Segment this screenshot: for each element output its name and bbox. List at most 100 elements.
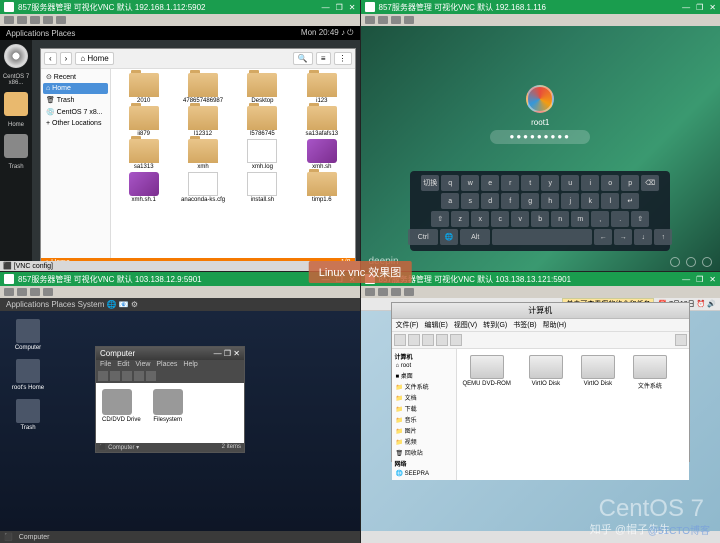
file-item[interactable]: i123 — [293, 73, 350, 104]
fm-content[interactable]: 2010478657486987Desktopi123ii879l12312l5… — [111, 69, 355, 258]
keyboard-key[interactable]: d — [481, 193, 499, 209]
toolbar-button[interactable] — [4, 16, 14, 24]
gnome-topbar[interactable]: Applications Places Mon 20:49 ♪ ⏻ — [0, 26, 360, 40]
keyboard-key[interactable]: s — [461, 193, 479, 209]
sidebar-item[interactable]: 🌐 SEEPRA — [394, 469, 454, 478]
keyboard-key[interactable]: Ctrl — [408, 229, 438, 245]
vnc-titlebar[interactable]: 857服务器管理 可视化VNC 默认 192.168.1.112:5902—❐✕ — [0, 0, 360, 14]
max-icon[interactable]: ❐ — [696, 3, 703, 12]
sidebar-item[interactable]: + Other Locations — [43, 118, 108, 129]
sidebar-item[interactable]: ⌂ root — [394, 362, 454, 370]
close-icon[interactable]: ✕ — [709, 3, 716, 12]
keyboard-key[interactable]: e — [481, 175, 499, 191]
keyboard-key[interactable]: ⌫ — [641, 175, 659, 191]
vnc-titlebar[interactable]: 857服务器管理 可视化VNC 默认 103.138.13.121:5901—❐… — [361, 272, 720, 286]
toolbar-button[interactable] — [30, 16, 40, 24]
menu-item[interactable]: 编辑(E) — [424, 320, 447, 330]
drive-item[interactable]: VirtIO Disk — [529, 355, 563, 387]
sidebar-item[interactable]: ⌂ Home — [43, 83, 108, 94]
activities-menu[interactable]: Applications Places — [6, 29, 75, 38]
menu-item[interactable]: View — [135, 361, 150, 368]
keyboard-key[interactable]: q — [441, 175, 459, 191]
window-menubar[interactable]: File Edit View Places Help — [96, 360, 244, 369]
sidebar-item[interactable]: 📁 文件系统 — [394, 381, 454, 392]
close-icon[interactable]: ✕ — [349, 3, 356, 12]
keyboard-key[interactable]: → — [614, 229, 632, 245]
menu-icon[interactable]: ⋮ — [334, 52, 352, 65]
keyboard-key[interactable]: i — [581, 175, 599, 191]
sidebar-item[interactable]: 🗑 回收站 — [394, 447, 454, 458]
menu-item[interactable]: 帮助(H) — [543, 320, 567, 330]
drive-item[interactable]: CD/DVD Drive — [102, 389, 141, 437]
keyboard-key[interactable]: h — [541, 193, 559, 209]
desktop-icon[interactable]: Computer — [8, 319, 48, 351]
file-item[interactable]: 2010 — [115, 73, 172, 104]
keyboard-key[interactable]: a — [441, 193, 459, 209]
forward-button[interactable]: › — [60, 52, 73, 65]
keyboard-key[interactable]: u — [561, 175, 579, 191]
keyboard-key[interactable]: n — [551, 211, 569, 227]
taskbar[interactable]: ⬛ [VNC config] — [0, 261, 360, 271]
vnc-titlebar[interactable]: 857服务器管理 可视化VNC 默认 192.168.1.116—❐✕ — [361, 0, 720, 14]
keyboard-key[interactable]: p — [621, 175, 639, 191]
file-item[interactable]: xmh.sh — [293, 139, 350, 170]
toolbar-button[interactable] — [17, 16, 27, 24]
keyboard-key[interactable]: , — [591, 211, 609, 227]
sidebar-item[interactable]: ⊙ Recent — [43, 71, 108, 83]
toolbar-button[interactable] — [56, 16, 66, 24]
window-controls[interactable]: — ❐ ✕ — [214, 349, 240, 358]
keyboard-key[interactable]: k — [581, 193, 599, 209]
keyboard-key[interactable]: l — [601, 193, 619, 209]
power-icon[interactable] — [702, 257, 712, 267]
file-item[interactable]: sa1313 — [115, 139, 172, 170]
keyboard-key[interactable]: r — [501, 175, 519, 191]
home-icon[interactable] — [4, 92, 28, 116]
search-icon[interactable]: 🔍 — [293, 52, 313, 65]
password-input[interactable]: ●●●●●●●●● — [490, 130, 590, 144]
keyboard-key[interactable]: ⇧ — [631, 211, 649, 227]
keyboard-key[interactable]: g — [521, 193, 539, 209]
desktop-icon[interactable]: Trash — [8, 399, 48, 431]
drive-item[interactable]: VirtIO Disk — [581, 355, 615, 387]
sidebar-item[interactable]: ■ 桌面 — [394, 370, 454, 381]
sidebar-item[interactable]: 💿 CentOS 7 x8... — [43, 106, 108, 118]
trash-icon[interactable] — [4, 134, 28, 158]
drive-item[interactable]: Filesystem — [153, 389, 183, 437]
keyboard-key[interactable]: 🌐 — [440, 229, 458, 245]
menu-item[interactable]: 文件(F) — [396, 320, 419, 330]
keyboard-key[interactable]: m — [571, 211, 589, 227]
path-button[interactable]: ⌂ Home — [75, 52, 113, 65]
taskbar[interactable]: ⬛Computer — [0, 531, 360, 543]
menu-item[interactable]: File — [100, 361, 111, 368]
keyboard-key[interactable]: ↓ — [634, 229, 652, 245]
file-item[interactable]: 478657486987 — [174, 73, 231, 104]
min-icon[interactable]: — — [322, 3, 330, 12]
status-area[interactable]: Mon 20:49 ♪ ⏻ — [301, 28, 354, 38]
keyboard-key[interactable]: ↑ — [654, 229, 672, 245]
menubar[interactable]: 文件(F)编辑(E)视图(V)转到(G)书签(B)帮助(H) — [392, 319, 690, 332]
keyboard-key[interactable]: Alt — [460, 229, 490, 245]
file-item[interactable]: timp1.6 — [293, 172, 350, 203]
menu-item[interactable]: Places — [156, 361, 177, 368]
file-item[interactable]: sa13afafs13 — [293, 106, 350, 137]
drive-item[interactable]: 文件系统 — [633, 355, 667, 390]
menu-item[interactable]: 转到(G) — [483, 320, 507, 330]
file-item[interactable]: l12312 — [174, 106, 231, 137]
keyboard-key[interactable]: t — [521, 175, 539, 191]
min-icon[interactable]: — — [682, 3, 690, 12]
sidebar-item[interactable]: 📁 下载 — [394, 403, 454, 414]
file-item[interactable]: install.sh — [234, 172, 291, 203]
sidebar-item[interactable]: 📁 视频 — [394, 436, 454, 447]
keyboard-key[interactable]: ↵ — [621, 193, 639, 209]
menu-item[interactable]: Help — [183, 361, 197, 368]
keyboard-key[interactable]: f — [501, 193, 519, 209]
desktop-icon[interactable]: root's Home — [8, 359, 48, 391]
keyboard-key[interactable]: o — [601, 175, 619, 191]
file-item[interactable]: Desktop — [234, 73, 291, 104]
keyboard-key[interactable]: w — [461, 175, 479, 191]
menu-item[interactable]: Edit — [117, 361, 129, 368]
menu-item[interactable]: 书签(B) — [513, 320, 536, 330]
window-titlebar[interactable]: Computer— ❐ ✕ — [96, 347, 244, 360]
close-icon[interactable]: ✕ — [709, 275, 716, 284]
file-item[interactable]: ii879 — [115, 106, 172, 137]
